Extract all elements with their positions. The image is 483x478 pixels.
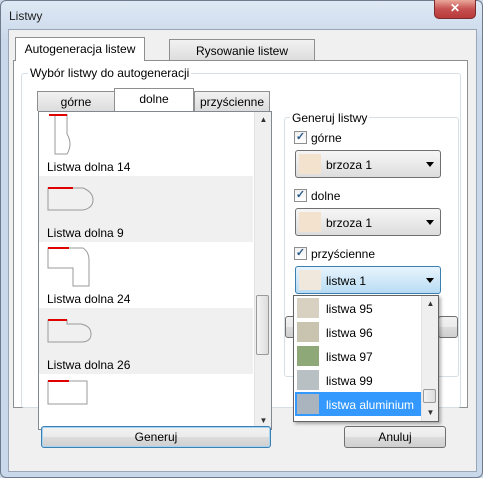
dropdown-option[interactable]: listwa 97 bbox=[295, 344, 421, 368]
scroll-up-icon[interactable]: ▲ bbox=[422, 296, 438, 312]
list-item[interactable]: Listwa dolna 24 bbox=[39, 242, 253, 308]
texture-swatch bbox=[297, 322, 319, 342]
texture-swatch bbox=[297, 370, 319, 390]
dropdown-option-label: listwa 96 bbox=[326, 326, 373, 340]
dropdown-option-label: listwa 95 bbox=[326, 302, 373, 316]
combo-gorne[interactable]: brzoza 1 bbox=[295, 150, 441, 178]
list-item[interactable]: Listwa dolna 14 bbox=[39, 112, 253, 176]
chevron-down-icon bbox=[426, 162, 434, 167]
dropdown-option-label: listwa 99 bbox=[326, 374, 373, 388]
profile-vertical-icon bbox=[49, 114, 71, 155]
tab-rysowanie[interactable]: Rysowanie listew bbox=[169, 39, 315, 61]
material-swatch bbox=[299, 212, 321, 232]
hidden-button-right[interactable] bbox=[438, 316, 458, 338]
list-item-label: Listwa dolna 24 bbox=[47, 292, 131, 306]
profile-notched-icon bbox=[47, 319, 92, 343]
tab-gorne[interactable]: górne bbox=[37, 91, 115, 111]
combo-dolne-value: brzoza 1 bbox=[326, 216, 373, 230]
generate-group-title: Generuj listwy bbox=[290, 111, 370, 125]
material-swatch bbox=[299, 154, 321, 174]
window-title: Listwy bbox=[9, 9, 43, 23]
chevron-down-icon bbox=[426, 220, 434, 225]
scroll-thumb[interactable] bbox=[423, 389, 436, 403]
profile-l-icon bbox=[47, 247, 90, 287]
checkbox-gorne-label: górne bbox=[311, 131, 342, 145]
listbox-scrollbar[interactable]: ▲ ▼ bbox=[254, 112, 271, 429]
texture-swatch bbox=[297, 346, 319, 366]
checkbox-dolne-label: dolne bbox=[311, 189, 341, 203]
profile-flat-icon bbox=[47, 380, 88, 405]
checkbox-gorne[interactable]: ✓ bbox=[294, 131, 307, 144]
list-item[interactable] bbox=[39, 374, 253, 429]
scroll-thumb[interactable] bbox=[256, 295, 269, 355]
combo-dolne[interactable]: brzoza 1 bbox=[295, 208, 441, 236]
selection-group-title: Wybór listwy do autogeneracji bbox=[28, 66, 192, 80]
combo-przyscienne-value: listwa 1 bbox=[326, 274, 367, 288]
profile-listbox[interactable]: Listwa dolna 14 Listwa dolna 9 Listwa do… bbox=[38, 111, 272, 430]
material-dropdown-list[interactable]: listwa 95 listwa 96 listwa 97 listwa 99 … bbox=[293, 295, 439, 422]
tab-przyscienne[interactable]: przyścienne bbox=[194, 91, 270, 111]
close-button[interactable]: ✕ bbox=[434, 0, 476, 19]
scroll-down-icon[interactable]: ▼ bbox=[422, 405, 438, 421]
dropdown-option[interactable]: listwa 95 bbox=[295, 296, 421, 320]
dropdown-option[interactable]: listwa 96 bbox=[295, 320, 421, 344]
profile-rounded-icon bbox=[47, 187, 94, 211]
list-item-label: Listwa dolna 9 bbox=[47, 226, 124, 240]
generate-button[interactable]: Generuj bbox=[41, 426, 271, 448]
dropdown-option-label: listwa aluminium bbox=[326, 398, 415, 412]
dropdown-option[interactable]: listwa 99 bbox=[295, 368, 421, 392]
tab-autogeneracja[interactable]: Autogeneracja listew bbox=[15, 37, 145, 61]
list-item[interactable]: Listwa dolna 9 bbox=[39, 176, 253, 242]
material-swatch bbox=[299, 270, 321, 290]
texture-swatch bbox=[297, 298, 319, 318]
list-item-label: Listwa dolna 14 bbox=[47, 160, 131, 174]
dropdown-option-label: listwa 97 bbox=[326, 350, 373, 364]
scroll-up-icon[interactable]: ▲ bbox=[255, 112, 271, 128]
dropdown-option-selected[interactable]: listwa aluminium bbox=[295, 392, 421, 416]
tab-dolne[interactable]: dolne bbox=[114, 88, 194, 111]
combo-gorne-value: brzoza 1 bbox=[326, 158, 373, 172]
cancel-button[interactable]: Anuluj bbox=[344, 426, 446, 448]
list-item[interactable]: Listwa dolna 26 bbox=[39, 308, 253, 374]
combo-przyscienne[interactable]: listwa 1 bbox=[295, 266, 441, 294]
chevron-down-icon bbox=[426, 278, 434, 283]
dropdown-scrollbar[interactable]: ▲ ▼ bbox=[421, 296, 438, 421]
texture-swatch bbox=[297, 394, 319, 414]
checkbox-przyscienne[interactable]: ✓ bbox=[294, 247, 307, 260]
checkbox-dolne[interactable]: ✓ bbox=[294, 189, 307, 202]
checkbox-przyscienne-label: przyścienne bbox=[311, 247, 376, 261]
list-item-label: Listwa dolna 26 bbox=[47, 358, 131, 372]
